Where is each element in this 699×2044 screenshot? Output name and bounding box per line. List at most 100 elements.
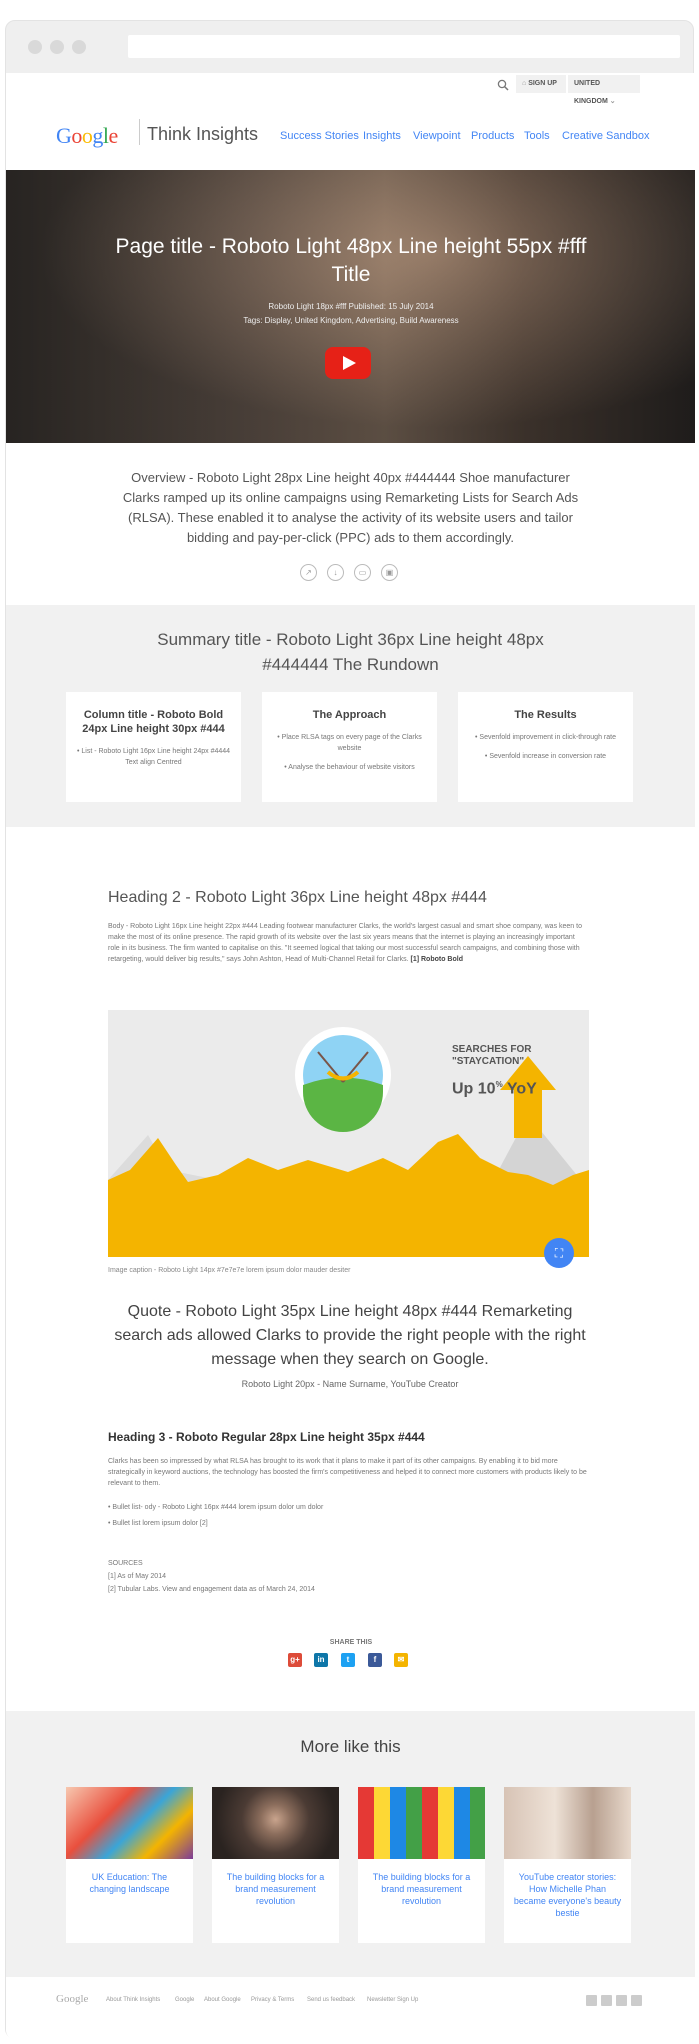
card-item: • Sevenfold improvement in click-through…: [475, 734, 616, 741]
summary-card: The Results • Sevenfold improvement in c…: [458, 692, 633, 802]
stat-value: Up 10: [452, 1080, 496, 1098]
twitter-icon[interactable]: t: [341, 1653, 355, 1667]
related-image: [504, 1787, 631, 1859]
download-icon[interactable]: ↓: [327, 564, 344, 581]
nav-creative-sandbox[interactable]: Creative Sandbox: [562, 130, 649, 142]
heading-3: Heading 3 - Roboto Regular 28px Line hei…: [108, 1430, 425, 1444]
logo-letter: e: [108, 123, 119, 148]
stat-sup: %: [495, 1080, 503, 1089]
summary-section: Summary title - Roboto Light 36px Line h…: [6, 605, 695, 827]
sources: SOURCES [1] As of May 2014 [2] Tubular L…: [108, 1557, 315, 1596]
source-item: [2] Tubular Labs. View and engagement da…: [108, 1586, 315, 1593]
window-dot: [50, 40, 64, 54]
related-title[interactable]: YouTube creator stories: How Michelle Ph…: [504, 1859, 631, 1931]
footer-link[interactable]: Newsletter Sign Up: [367, 1997, 418, 2003]
infographic-stat: Up 10% YoY: [452, 1080, 537, 1098]
footer: Google About Think Insights Google About…: [6, 1977, 695, 2040]
bullet-item: • Bullet list- ody - Roboto Light 16px #…: [108, 1504, 324, 1511]
facebook-icon[interactable]: f: [368, 1653, 382, 1667]
footer-twitter-icon[interactable]: [616, 1995, 627, 2006]
image-caption: Image caption - Roboto Light 14px #7e7e7…: [108, 1267, 351, 1274]
window-dot: [72, 40, 86, 54]
card-item: • Place RLSA tags on every page of the C…: [277, 734, 422, 752]
quote-author: Roboto Light 20px - Name Surname, YouTub…: [241, 1379, 459, 1389]
logo-letter: G: [56, 123, 72, 148]
infographic-label: SEARCHES FOR "STAYCATION": [452, 1044, 531, 1068]
footer-link[interactable]: Send us feedback: [307, 1997, 355, 2003]
nav-products[interactable]: Products: [471, 130, 514, 142]
summary-card: The Approach • Place RLSA tags on every …: [262, 692, 437, 802]
infographic-label-line: SEARCHES FOR: [452, 1044, 532, 1055]
nav-tools[interactable]: Tools: [524, 130, 550, 142]
hero-banner: Page title - Roboto Light 48px Line heig…: [6, 170, 695, 443]
infographic-label-line: "STAYCATION": [452, 1056, 525, 1067]
related-image: [358, 1787, 485, 1859]
related-title[interactable]: The building blocks for a brand measurem…: [212, 1859, 339, 1919]
overview-text: Overview - Roboto Light 28px Line height…: [122, 470, 579, 545]
google-logo[interactable]: Google: [56, 123, 118, 149]
brand-name[interactable]: Think Insights: [147, 124, 258, 145]
sign-up-button[interactable]: ⌂ SIGN UP: [516, 75, 566, 93]
bookmark-icon[interactable]: ▣: [381, 564, 398, 581]
linkedin-icon[interactable]: in: [314, 1653, 328, 1667]
footer-link[interactable]: About Think Insights: [106, 1997, 160, 2003]
search-icon[interactable]: [497, 79, 509, 91]
more-like-this: More like this UK Education: The changin…: [6, 1711, 695, 1977]
region-select[interactable]: UNITED KINGDOM ⌄: [568, 75, 640, 105]
footer-facebook-icon[interactable]: [631, 1995, 642, 2006]
bullet-item: • Bullet list lorem ipsum dolor [2]: [108, 1520, 208, 1527]
play-button[interactable]: [325, 347, 371, 379]
related-card[interactable]: UK Education: The changing landscape: [66, 1787, 193, 1943]
region-label: UNITED KINGDOM: [574, 80, 608, 105]
footer-link[interactable]: About Google: [204, 1997, 241, 2003]
expand-button[interactable]: ⛶: [544, 1238, 574, 1268]
footer-link[interactable]: Google: [175, 1997, 194, 2003]
related-card[interactable]: The building blocks for a brand measurem…: [358, 1787, 485, 1943]
footer-linkedin-icon[interactable]: [601, 1995, 612, 2006]
logo-letter: o: [81, 123, 93, 148]
page: ⌂ SIGN UP UNITED KINGDOM ⌄ Google Think …: [6, 73, 695, 2040]
page-title: Page title - Roboto Light 48px Line heig…: [115, 235, 587, 286]
related-title[interactable]: The building blocks for a brand measurem…: [358, 1859, 485, 1919]
card-title: The Results: [514, 709, 577, 721]
body-reference[interactable]: [1] Roboto Bold: [410, 956, 463, 963]
browser-window: ⌂ SIGN UP UNITED KINGDOM ⌄ Google Think …: [5, 20, 695, 2040]
source-item: [1] As of May 2014: [108, 1573, 166, 1580]
hero-published: Roboto Light 18px #fff Published: 15 Jul…: [268, 302, 434, 311]
more-title: More like this: [300, 1737, 401, 1756]
card-item: • Sevenfold increase in conversion rate: [484, 753, 607, 760]
nav-viewpoint[interactable]: Viewpoint: [413, 130, 461, 142]
sources-label: SOURCES: [108, 1560, 143, 1567]
nav-insights[interactable]: Insights: [363, 130, 401, 142]
infographic: SEARCHES FOR "STAYCATION" Up 10% YoY: [108, 1010, 589, 1257]
body-paragraph: Body - Roboto Light 16px Line height 22p…: [108, 923, 582, 963]
related-card[interactable]: YouTube creator stories: How Michelle Ph…: [504, 1787, 631, 1943]
footer-google-plus-icon[interactable]: [586, 1995, 597, 2006]
related-card[interactable]: The building blocks for a brand measurem…: [212, 1787, 339, 1943]
related-image: [66, 1787, 193, 1859]
card-title: The Approach: [312, 709, 387, 721]
related-title[interactable]: UK Education: The changing landscape: [66, 1859, 193, 1907]
card-item: • Analyse the behaviour of website visit…: [284, 764, 415, 771]
quote-text: Quote - Roboto Light 35px Line height 48…: [114, 1303, 586, 1368]
related-image: [212, 1787, 339, 1859]
logo-divider: [139, 119, 140, 145]
card-title: Column title - Roboto Bold 24px Line hei…: [82, 709, 225, 735]
google-plus-icon[interactable]: g+: [288, 1653, 302, 1667]
window-dot: [28, 40, 42, 54]
email-icon[interactable]: ✉: [394, 1653, 408, 1667]
stat-tail: YoY: [502, 1080, 537, 1098]
nav-success-stories[interactable]: Success Stories: [280, 130, 359, 142]
summary-title: Summary title - Roboto Light 36px Line h…: [157, 630, 544, 674]
share-icon[interactable]: ↗: [300, 564, 317, 581]
sign-up-label: SIGN UP: [528, 80, 557, 87]
card-item: • List - Roboto Light 16px Line height 2…: [76, 748, 231, 766]
print-icon[interactable]: ▭: [354, 564, 371, 581]
footer-logo[interactable]: Google: [56, 1993, 88, 2005]
logo-letter: g: [92, 123, 103, 148]
share-this-label: SHARE THIS: [329, 1639, 373, 1646]
footer-link[interactable]: Privacy & Terms: [251, 1997, 294, 2003]
body-text-3: Clarks has been so impressed by what RLS…: [108, 1458, 587, 1487]
address-bar[interactable]: [128, 35, 680, 58]
hero-meta: Roboto Light 18px #fff Published: 15 Jul…: [96, 300, 606, 328]
